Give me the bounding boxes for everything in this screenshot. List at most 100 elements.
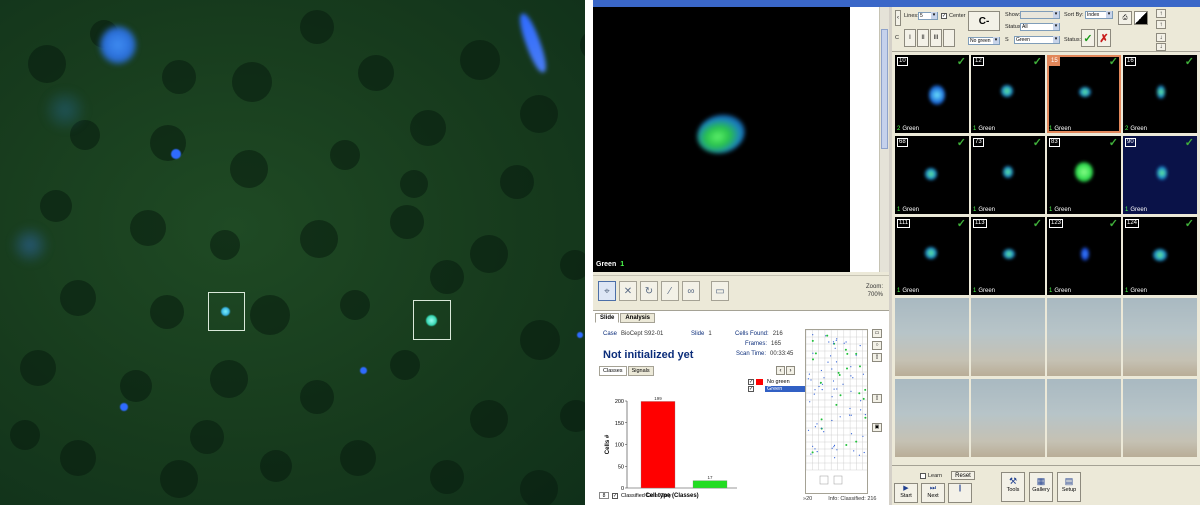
gallery-tile[interactable]: 68 ✓ 1 Green xyxy=(895,136,969,214)
prev-arrow-button[interactable]: ‹ xyxy=(776,366,785,375)
tools-button[interactable]: ⚒ Tools xyxy=(1001,472,1025,502)
tab-slide[interactable]: Slide xyxy=(595,313,620,323)
fluorescent-cell xyxy=(40,90,90,130)
map-rect-button[interactable]: ▭ xyxy=(872,329,882,338)
refresh-tool-button[interactable]: ↻ xyxy=(640,281,658,301)
arrow-up-2-button[interactable]: ↑ xyxy=(1156,20,1166,29)
class-select[interactable]: No green xyxy=(968,37,1000,45)
classified-only-checkbox[interactable]: ✓ xyxy=(612,492,618,499)
reset-button[interactable]: Reset xyxy=(951,471,975,480)
gallery-tile[interactable]: 73 ✓ 1 Green xyxy=(971,136,1045,214)
empty-gallery-slot[interactable] xyxy=(1123,379,1197,457)
map-circle-button[interactable]: ○ xyxy=(872,341,882,350)
link-icon: ∞ xyxy=(687,285,695,297)
contrast-button[interactable] xyxy=(1134,11,1148,25)
map-footer: »20 Info: Classified: 216 xyxy=(803,496,889,502)
roi-box[interactable] xyxy=(208,292,245,331)
case-label: Case xyxy=(603,331,618,337)
checkbox[interactable]: ✓ xyxy=(748,379,754,385)
empty-gallery-slot[interactable] xyxy=(895,298,969,376)
class-2-button[interactable]: II xyxy=(917,29,929,47)
gallery-tile[interactable]: 83 ✓ 1 Green xyxy=(1047,136,1121,214)
class-4-button[interactable] xyxy=(943,29,955,47)
setup-button[interactable]: ▤ Setup xyxy=(1057,472,1081,502)
gallery-tile[interactable]: 16 ✓ 2 Green xyxy=(1123,55,1197,133)
fluorescent-cell xyxy=(577,332,583,338)
tile-count: 1 xyxy=(973,288,977,294)
lines-label: Lines: xyxy=(904,13,919,19)
legend-item-no-green[interactable]: ✓ No green xyxy=(748,379,807,385)
tile-label: 1 Green xyxy=(973,288,995,294)
accept-button[interactable]: ✓ xyxy=(1081,29,1095,47)
empty-gallery-slot[interactable] xyxy=(971,298,1045,376)
tile-channel: Green xyxy=(978,288,996,294)
tile-channel: Green xyxy=(902,288,920,294)
arrow-down-2-button[interactable]: ↓ xyxy=(1156,43,1166,51)
learn-checkbox[interactable] xyxy=(920,473,926,479)
check-icon: ✓ xyxy=(1032,137,1042,149)
scrollbar-thumb[interactable] xyxy=(881,29,888,149)
tab-signals[interactable]: Signals xyxy=(627,366,654,376)
select-tool-button[interactable]: ⌖ xyxy=(598,281,616,301)
start-button[interactable]: ▶ Start xyxy=(894,483,918,503)
tab-analysis[interactable]: Analysis xyxy=(620,313,656,323)
link-tool-button[interactable]: ∞ xyxy=(682,281,700,301)
pause-button[interactable]: ∥ xyxy=(948,483,972,503)
viewer-scrollbar[interactable] xyxy=(879,7,889,272)
wand-tool-button[interactable]: ⁄ xyxy=(661,281,679,301)
gallery-button[interactable]: ▦ Gallery xyxy=(1029,472,1053,502)
gallery-tile[interactable]: 15 ✓ 1 Green xyxy=(1047,55,1121,133)
gallery-tile[interactable]: 10 ✓ 2 Green xyxy=(895,55,969,133)
chevron-up-icon: ‹ xyxy=(897,15,899,21)
substrate-pit xyxy=(300,10,334,44)
notes-tool-button[interactable]: ▭ xyxy=(711,281,729,301)
page-size-field[interactable]: 8 xyxy=(599,492,609,499)
gallery-icon: ▦ xyxy=(1036,476,1046,486)
gallery-tile[interactable]: 90 ✓ 1 Green xyxy=(1123,136,1197,214)
sort-select[interactable]: Index xyxy=(1085,11,1113,19)
gallery-tile[interactable]: 124 ✓ 1 Green xyxy=(1123,217,1197,295)
empty-gallery-slot[interactable] xyxy=(1047,298,1121,376)
substrate-pit xyxy=(40,190,72,222)
gallery-tile[interactable]: 12 ✓ 1 Green xyxy=(971,55,1045,133)
map-page-button[interactable]: ▯ xyxy=(872,353,882,362)
checkbox[interactable]: ✓ xyxy=(748,386,754,392)
gallery-tile[interactable]: 113 ✓ 1 Green xyxy=(971,217,1045,295)
cell-image-viewer[interactable]: Green 1 xyxy=(593,7,850,272)
next-arrow-button[interactable]: › xyxy=(786,366,795,375)
tile-channel: Green xyxy=(902,207,920,213)
cells-found-value: 216 xyxy=(772,331,783,337)
empty-gallery-slot[interactable] xyxy=(971,379,1045,457)
toolbar-collapse-button[interactable]: ‹ xyxy=(895,10,901,26)
class-1-button[interactable]: I xyxy=(904,29,916,47)
center-checkbox[interactable]: ✓ xyxy=(941,13,947,19)
show-field[interactable] xyxy=(1020,11,1060,19)
gallery-tile[interactable]: 123 ✓ 1 Green xyxy=(1047,217,1121,295)
zoom-value: 700% xyxy=(867,292,883,298)
reject-button[interactable]: ✗ xyxy=(1097,29,1111,47)
lines-select[interactable]: 5 xyxy=(918,12,938,20)
map-scroll-button[interactable]: ▯ xyxy=(872,394,882,403)
class-3-button[interactable]: III xyxy=(930,29,942,47)
delete-tool-button[interactable]: ✕ xyxy=(619,281,637,301)
empty-gallery-slot[interactable] xyxy=(1123,298,1197,376)
next-button[interactable]: ⏭ Next xyxy=(921,483,945,503)
tile-label: 1 Green xyxy=(1125,207,1147,213)
tab-classes[interactable]: Classes xyxy=(599,366,627,376)
legend-item-green[interactable]: ✓ Green xyxy=(748,386,807,392)
map-export-button[interactable]: ▣ xyxy=(872,423,882,432)
slide-scan-map[interactable] xyxy=(805,329,868,494)
arrow-down-button[interactable]: ↓ xyxy=(1156,33,1166,42)
status-select[interactable]: All xyxy=(1020,23,1060,31)
print-button[interactable]: ⎙ xyxy=(1118,11,1132,25)
signal-select[interactable]: Green xyxy=(1014,36,1060,44)
gallery-tile[interactable]: 111 ✓ 1 Green xyxy=(895,217,969,295)
empty-gallery-slot[interactable] xyxy=(1047,379,1121,457)
arrow-up-button[interactable]: ↑ xyxy=(1156,9,1166,18)
cell-thumbnail xyxy=(929,85,945,105)
roi-box[interactable] xyxy=(413,300,451,340)
slide-tabs: Slide Analysis xyxy=(595,313,656,323)
scan-map-plot xyxy=(806,330,867,485)
empty-gallery-slot[interactable] xyxy=(895,379,969,457)
c-minus-button[interactable]: C- xyxy=(968,11,1000,31)
